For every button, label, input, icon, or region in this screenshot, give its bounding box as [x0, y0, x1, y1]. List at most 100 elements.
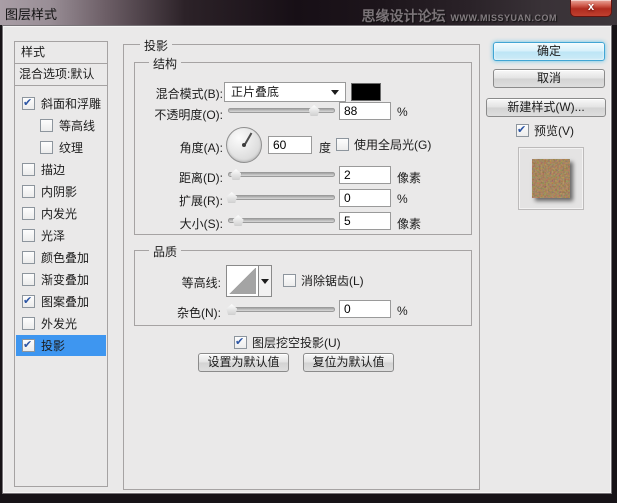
sidebar-item-label: 渐变叠加: [41, 273, 90, 287]
angle-unit: 度: [319, 141, 332, 155]
sidebar-item-9[interactable]: 图案叠加: [16, 291, 106, 312]
blend-mode-label: 混合模式(B):: [155, 87, 223, 101]
checkbox-icon[interactable]: [22, 185, 35, 198]
angle-center-dot: [242, 143, 246, 147]
sidebar-item-label: 图案叠加: [41, 295, 90, 309]
checkbox-icon[interactable]: [40, 141, 53, 154]
noise-label: 杂色(N):: [177, 306, 221, 320]
checkbox-icon[interactable]: [22, 96, 35, 110]
angle-label: 角度(A):: [179, 141, 223, 155]
structure-group-title: 结构: [149, 55, 182, 72]
use-global-light-label: 使用全局光(G): [354, 138, 432, 152]
noise-input[interactable]: [339, 300, 391, 318]
sidebar-item-label: 投影: [41, 339, 66, 353]
checkbox-icon[interactable]: [22, 207, 35, 220]
chevron-down-icon: [331, 90, 339, 95]
slider-thumb[interactable]: [232, 215, 244, 226]
slider-track: [228, 195, 335, 200]
sidebar-item-10[interactable]: 外发光: [16, 313, 106, 334]
contour-thumbnail[interactable]: [226, 265, 259, 297]
layer-knockout-checkbox[interactable]: 图层挖空投影(U): [234, 334, 341, 351]
title-bar: 图层样式 思缘设计论坛 WWW.MISSYUAN.COM x: [0, 0, 617, 25]
cancel-button[interactable]: 取消: [493, 69, 605, 88]
antialias-checkbox[interactable]: 消除锯齿(L): [283, 272, 364, 289]
contour-dropdown-arrow[interactable]: [259, 265, 272, 297]
opacity-label: 不透明度(O):: [154, 108, 223, 122]
distance-slider[interactable]: [228, 169, 335, 181]
sidebar-item-11[interactable]: 投影: [16, 335, 106, 356]
angle-dial[interactable]: [226, 127, 262, 163]
checkbox-icon[interactable]: [22, 317, 35, 330]
quality-group-title: 品质: [149, 243, 182, 260]
sidebar-item-4[interactable]: 内阴影: [16, 181, 106, 202]
sidebar-item-label: 纹理: [59, 141, 84, 155]
ok-button[interactable]: 确定: [493, 42, 605, 61]
blend-mode-value: 正片叠底: [231, 85, 280, 99]
sidebar-item-label: 光泽: [41, 229, 66, 243]
drop-shadow-group-title: 投影: [140, 37, 173, 54]
checkbox-icon[interactable]: [283, 274, 296, 287]
styles-header: 样式: [14, 41, 108, 64]
angle-input[interactable]: [268, 136, 312, 154]
sidebar-item-2[interactable]: 纹理: [16, 137, 106, 158]
sidebar-item-label: 等高线: [59, 119, 96, 133]
new-style-button[interactable]: 新建样式(W)...: [486, 98, 606, 117]
reset-default-button[interactable]: 复位为默认值: [303, 353, 394, 372]
sidebar-item-8[interactable]: 渐变叠加: [16, 269, 106, 290]
noise-unit: %: [397, 304, 408, 318]
slider-track: [228, 172, 335, 177]
antialias-label: 消除锯齿(L): [301, 274, 364, 288]
use-global-light-checkbox[interactable]: 使用全局光(G): [336, 136, 431, 153]
watermark: 思缘设计论坛 WWW.MISSYUAN.COM: [362, 6, 558, 26]
slider-track: [228, 307, 335, 312]
checkbox-icon[interactable]: [336, 138, 349, 151]
opacity-slider[interactable]: [228, 105, 335, 117]
spread-input[interactable]: [339, 189, 391, 207]
size-slider[interactable]: [228, 215, 335, 227]
window-title: 图层样式: [5, 7, 58, 22]
close-icon[interactable]: x: [570, 0, 612, 17]
sidebar-item-label: 描边: [41, 163, 66, 177]
contour-label: 等高线:: [181, 276, 221, 290]
checkbox-icon[interactable]: [22, 229, 35, 242]
sidebar-item-label: 斜面和浮雕: [41, 97, 102, 111]
noise-slider[interactable]: [226, 304, 335, 316]
spread-slider[interactable]: [226, 192, 335, 204]
slider-thumb[interactable]: [226, 192, 238, 203]
checkbox-icon[interactable]: [234, 335, 247, 349]
size-input[interactable]: [339, 212, 391, 230]
sidebar-item-label: 内发光: [41, 207, 78, 221]
shadow-color-swatch[interactable]: [351, 83, 381, 101]
sidebar-item-7[interactable]: 颜色叠加: [16, 247, 106, 268]
checkbox-icon[interactable]: [22, 273, 35, 286]
preview-label: 预览(V): [534, 124, 574, 138]
checkbox-icon[interactable]: [516, 123, 529, 137]
sidebar-item-6[interactable]: 光泽: [16, 225, 106, 246]
layer-knockout-label: 图层挖空投影(U): [252, 336, 341, 350]
checkbox-icon[interactable]: [22, 294, 35, 308]
make-default-button[interactable]: 设置为默认值: [198, 353, 289, 372]
preview-checkbox[interactable]: 预览(V): [516, 122, 574, 139]
style-preview-box: [518, 147, 584, 210]
slider-thumb[interactable]: [308, 105, 320, 116]
sidebar-item-0[interactable]: 斜面和浮雕: [16, 93, 106, 114]
size-unit: 像素: [397, 217, 422, 231]
distance-input[interactable]: [339, 166, 391, 184]
sidebar-item-label: 内阴影: [41, 185, 78, 199]
checkbox-icon[interactable]: [22, 163, 35, 176]
sidebar-item-blending-options[interactable]: 混合选项:默认: [14, 63, 108, 86]
sidebar-item-1[interactable]: 等高线: [16, 115, 106, 136]
checkbox-icon[interactable]: [22, 251, 35, 264]
slider-thumb[interactable]: [230, 169, 242, 180]
sidebar-item-3[interactable]: 描边: [16, 159, 106, 180]
watermark-url: WWW.MISSYUAN.COM: [450, 13, 557, 23]
opacity-input[interactable]: [339, 102, 391, 120]
blend-mode-select[interactable]: 正片叠底: [224, 82, 346, 102]
slider-thumb[interactable]: [226, 304, 238, 315]
opacity-unit: %: [397, 105, 408, 119]
sidebar-item-5[interactable]: 内发光: [16, 203, 106, 224]
checkbox-icon[interactable]: [40, 119, 53, 132]
watermark-site-name: 思缘设计论坛: [361, 8, 446, 24]
checkbox-icon[interactable]: [22, 338, 35, 352]
spread-label: 扩展(R):: [179, 194, 223, 208]
